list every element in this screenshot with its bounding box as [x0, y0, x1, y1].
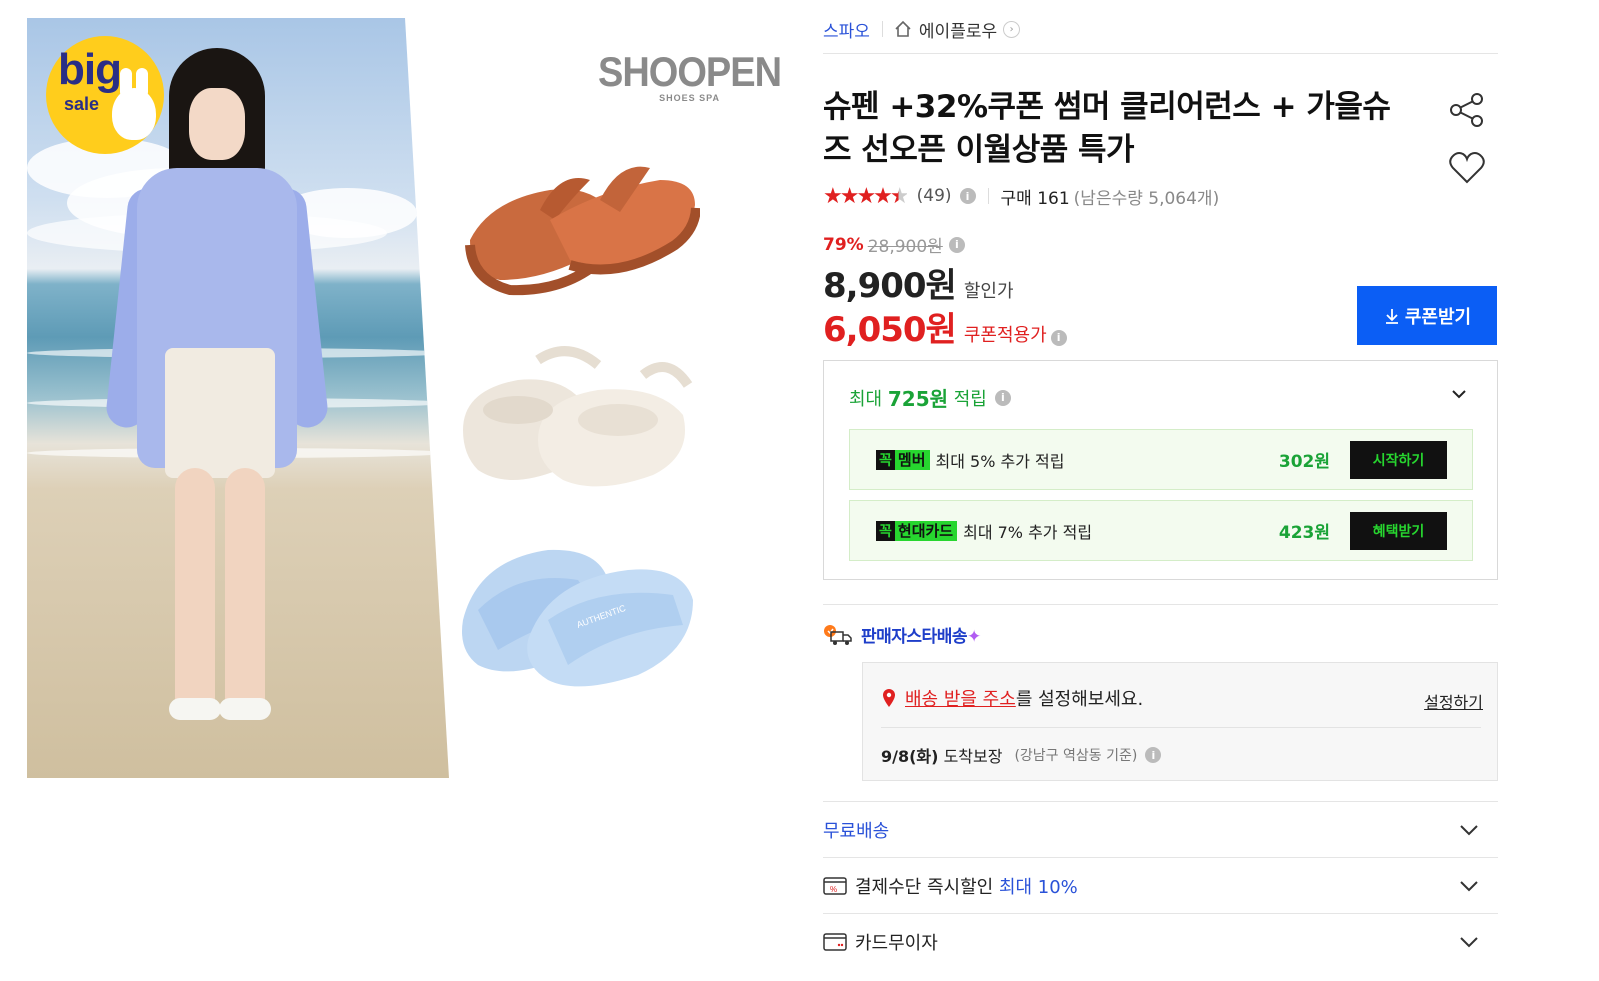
divider: [823, 604, 1498, 605]
divider: [987, 188, 989, 204]
points-amount: 725원: [887, 387, 949, 411]
coupon-price: 6,050원: [823, 310, 957, 350]
card-benefit-amount: 423원: [1278, 523, 1330, 543]
tag-mark: 꼭: [876, 449, 895, 470]
chevron-down-icon: [1460, 881, 1478, 892]
review-count[interactable]: (49): [917, 186, 952, 206]
card-tag: 꼭 현대카드: [876, 520, 958, 541]
home-icon: [895, 20, 911, 37]
chevron-down-icon: [1460, 937, 1478, 948]
breadcrumb-store-link[interactable]: 에이플로우: [919, 17, 997, 42]
arrival-date: 9/8(화): [881, 747, 939, 766]
payment-icon: %: [823, 876, 847, 895]
sale-price-row: 8,900원 할인가: [823, 258, 1014, 307]
card-benefit-row: 꼭 현대카드 최대 7% 추가 적립 423원 혜택받기: [849, 500, 1473, 561]
download-icon: [1385, 308, 1398, 324]
location-pin-icon: [883, 689, 895, 707]
chevron-down-icon[interactable]: [1448, 383, 1470, 405]
chevron-down-icon: [1460, 825, 1478, 836]
product-image-cream-clog[interactable]: [458, 340, 698, 500]
points-suffix: 적립: [953, 388, 987, 410]
points-summary[interactable]: 최대 725원 적립 i: [849, 383, 1011, 412]
truck-icon: [824, 624, 852, 645]
sale-price: 8,900원: [823, 266, 957, 306]
divider: [881, 727, 1481, 728]
heart-icon[interactable]: [1447, 148, 1487, 188]
address-prompt-suffix: 를 설정해보세요.: [1015, 689, 1144, 710]
member-benefit-amount: 302원: [1278, 452, 1330, 472]
sale-price-label: 할인가: [963, 281, 1014, 302]
points-box: 최대 725원 적립 i 꼭 멤버 최대 5% 추가 적립 302원 시작하기 꼭…: [823, 360, 1498, 580]
member-tag: 꼭 멤버: [876, 449, 930, 470]
payment-discount-row[interactable]: % 결제수단 즉시할인 최대 10%: [823, 857, 1498, 913]
product-title: 슈펜 +32%쿠폰 썸머 클리어런스 + 가을슈즈 선오픈 이월상품 특가: [823, 89, 1391, 168]
free-shipping-label: 무료배송: [823, 820, 890, 842]
tag-mark: 꼭: [876, 520, 895, 541]
info-icon[interactable]: i: [959, 188, 976, 204]
shipping-badge: 판매자스타배송✦: [823, 622, 981, 647]
breadcrumb-divider: [881, 21, 883, 37]
arrival-note: (강남구 역삼동 기준): [1014, 748, 1138, 764]
card-tag-label: 현대카드: [897, 522, 954, 540]
discount-row: 79% 28,900원 i: [823, 232, 965, 257]
bunny-icon: [112, 68, 156, 140]
start-member-button[interactable]: 시작하기: [1350, 440, 1447, 479]
remaining-stock: (남은수량 5,064개): [1073, 188, 1220, 209]
star-rating[interactable]: ★★★★★: [823, 184, 910, 209]
svg-text:%: %: [830, 885, 837, 894]
arrival-label: 도착보장: [943, 747, 1003, 766]
coupon-price-label: 쿠폰적용가: [963, 325, 1047, 346]
card-installment-label: 카드무이자: [855, 932, 938, 954]
member-benefit-text: 최대 5% 추가 적립: [935, 451, 1065, 471]
rating-row: ★★★★★ (49) i 구매 161 (남은수량 5,064개): [823, 184, 1220, 209]
sparkle-icon: ✦: [966, 627, 981, 647]
delivery-address-link[interactable]: 배송 받을 주소: [905, 685, 1016, 711]
address-prompt: 배송 받을 주소 를 설정해보세요.: [881, 685, 1143, 711]
get-card-benefit-button[interactable]: 혜택받기: [1350, 511, 1447, 550]
card-benefit-text: 최대 7% 추가 적립: [963, 522, 1093, 542]
breadcrumb: 스파오 에이플로우 ›: [823, 17, 1021, 42]
purchase-count: 구매 161: [1000, 188, 1070, 209]
coupon-price-row: 6,050원 쿠폰적용가 i: [823, 302, 1067, 351]
info-icon[interactable]: i: [948, 236, 965, 253]
seller-star-shipping-label: 판매자스타배송✦: [861, 622, 981, 647]
get-coupon-label: 쿠폰받기: [1404, 306, 1472, 327]
card-installment-row[interactable]: 카드무이자: [823, 913, 1498, 969]
card-icon: [823, 932, 847, 951]
discount-rate: 79%: [823, 234, 864, 255]
share-icon[interactable]: [1447, 90, 1487, 130]
badge-big-text: big: [58, 45, 122, 94]
big-sale-badge: big sale: [46, 36, 164, 154]
points-prefix: 최대: [849, 388, 883, 410]
payment-discount-max: 최대 10%: [998, 876, 1078, 898]
shipping-label-text: 판매자스타배송: [861, 627, 967, 647]
divider: [823, 53, 1498, 54]
original-price: 28,900원: [867, 237, 943, 257]
brand-logo-name: SHOOPEN: [598, 49, 782, 97]
info-icon[interactable]: i: [1050, 329, 1067, 346]
member-tag-label: 멤버: [897, 451, 926, 469]
info-icon[interactable]: i: [994, 389, 1011, 406]
delivery-address-box: 배송 받을 주소 를 설정해보세요. 설정하기 9/8(화) 도착보장 (강남구…: [862, 662, 1498, 781]
chevron-right-icon[interactable]: ›: [1003, 20, 1021, 38]
member-benefit-row: 꼭 멤버 최대 5% 추가 적립 302원 시작하기: [849, 429, 1473, 490]
arrival-guarantee: 9/8(화) 도착보장 (강남구 역삼동 기준) i: [881, 743, 1162, 767]
set-address-link[interactable]: 설정하기: [1424, 689, 1483, 713]
info-icon[interactable]: i: [1145, 747, 1162, 763]
product-image-blue-slide[interactable]: AUTHENTIC: [458, 540, 698, 690]
payment-discount-label: 결제수단 즉시할인: [855, 876, 994, 898]
brand-logo: SHOOPEN SHOES SPA: [598, 49, 782, 103]
badge-sale-text: sale: [64, 94, 100, 114]
product-image-orange-flipflop[interactable]: [460, 150, 701, 300]
breadcrumb-brand-link[interactable]: 스파오: [823, 17, 870, 42]
main-product-image[interactable]: big sale: [27, 18, 449, 778]
free-shipping-row[interactable]: 무료배송: [823, 801, 1498, 857]
get-coupon-button[interactable]: 쿠폰받기: [1357, 286, 1497, 345]
model-figure: [104, 48, 330, 748]
